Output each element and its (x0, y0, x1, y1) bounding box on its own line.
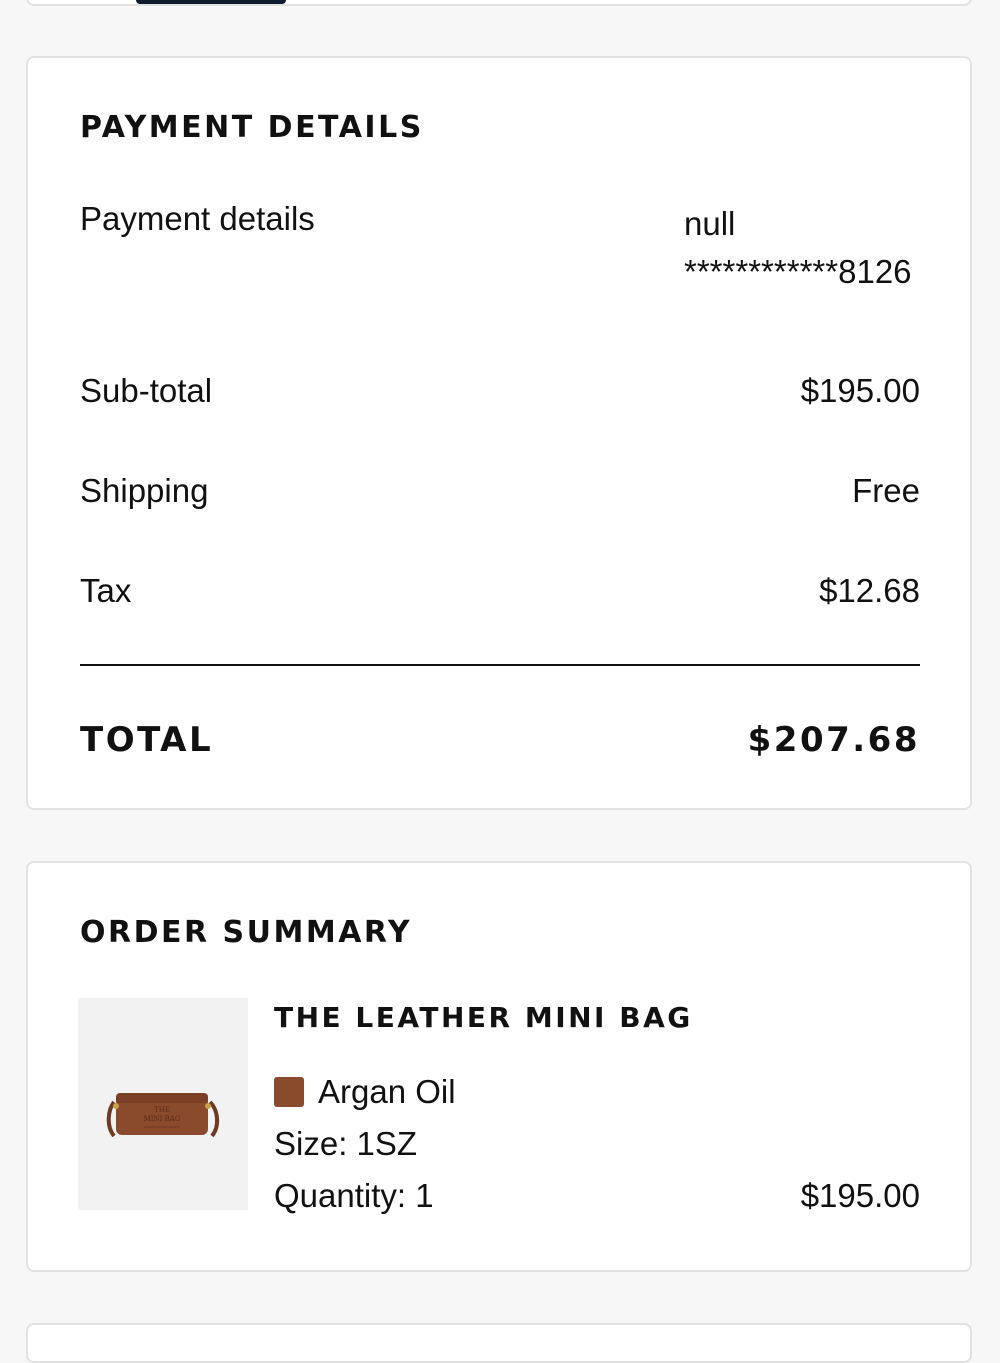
payment-method-name: null (684, 205, 736, 242)
tax-value: $12.68 (819, 572, 920, 609)
product-color: Argan Oil (318, 1073, 456, 1110)
product-price: $195.00 (800, 1177, 920, 1214)
bag-print-line-2: MINI BAG (144, 1115, 181, 1123)
color-swatch (274, 1077, 304, 1107)
leather-mini-bag-image: THE MINI BAG (106, 1093, 219, 1138)
payment-details-card: PAYMENT DETAILS Payment details null ***… (26, 56, 972, 810)
bag-print-line-1: THE (154, 1106, 170, 1114)
shipping-label: Shipping (80, 472, 209, 509)
total-label: TOTAL (80, 720, 214, 760)
total-value: $207.68 (747, 720, 920, 760)
payment-details-title: PAYMENT DETAILS (80, 110, 424, 145)
payment-method-info: null ************8126 (684, 200, 912, 296)
order-summary-card: ORDER SUMMARY THE MINI BAG THE LEATHER M… (26, 861, 972, 1272)
product-name[interactable]: THE LEATHER MINI BAG (274, 1001, 693, 1034)
previous-item-image (136, 0, 286, 4)
product-size: Size: 1SZ (274, 1125, 418, 1162)
subtotal-value: $195.00 (800, 372, 920, 409)
subtotal-label: Sub-total (80, 372, 213, 409)
payment-method-label: Payment details (80, 200, 315, 237)
shipping-value: Free (852, 472, 920, 509)
order-summary-title: ORDER SUMMARY (80, 915, 413, 950)
previous-card (26, 0, 972, 6)
next-card (26, 1323, 972, 1363)
masked-card-number: ************8126 (684, 253, 912, 290)
total-divider (80, 664, 920, 666)
tax-label: Tax (80, 572, 132, 609)
product-quantity: Quantity: 1 (274, 1177, 434, 1214)
product-image[interactable]: THE MINI BAG (78, 998, 248, 1210)
